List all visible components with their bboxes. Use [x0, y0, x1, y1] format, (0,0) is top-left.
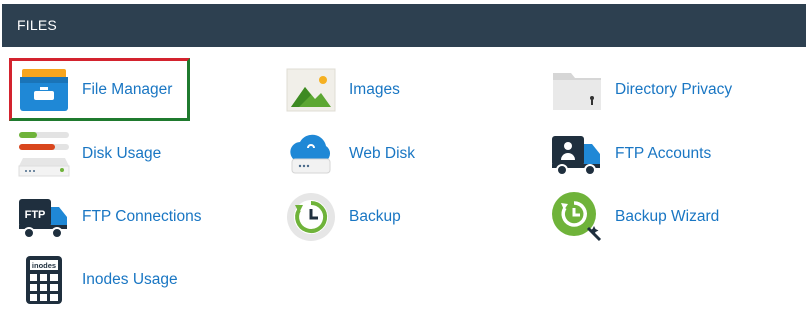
images-link[interactable]: Images	[283, 60, 400, 120]
panel-header: FILES	[2, 4, 806, 47]
files-panel: FILES File Manager Images Directory Priv…	[0, 0, 806, 327]
directory-privacy-label: Directory Privacy	[615, 81, 733, 98]
ftp-accounts-label: FTP Accounts	[615, 145, 712, 162]
directory-privacy-link[interactable]: Directory Privacy	[549, 60, 732, 120]
inodes-usage-label: Inodes Usage	[82, 271, 178, 288]
backup-wizard-link[interactable]: Backup Wizard	[549, 187, 719, 247]
ftp-accounts-link[interactable]: FTP Accounts	[549, 124, 711, 184]
ftp-accounts-icon	[549, 126, 605, 182]
backup-link[interactable]: Backup	[283, 187, 401, 247]
backup-label: Backup	[349, 208, 401, 225]
ftp-connections-label: FTP Connections	[82, 208, 202, 225]
inodes-usage-link[interactable]: inodes Inodes Usage	[16, 250, 178, 310]
backup-wizard-icon	[549, 189, 605, 245]
disk-usage-link[interactable]: Disk Usage	[16, 124, 161, 184]
images-label: Images	[349, 81, 400, 98]
images-icon	[283, 62, 339, 118]
ftp-connections-link[interactable]: FTP FTP Connections	[16, 187, 201, 247]
backup-icon	[283, 189, 339, 245]
disk-usage-label: Disk Usage	[82, 145, 162, 162]
ftp-connections-icon: FTP	[16, 189, 72, 245]
web-disk-label: Web Disk	[349, 145, 416, 162]
web-disk-icon	[283, 126, 339, 182]
inodes-usage-icon: inodes	[16, 252, 72, 308]
web-disk-link[interactable]: Web Disk	[283, 124, 415, 184]
file-manager-highlight-box	[9, 58, 190, 121]
backup-wizard-label: Backup Wizard	[615, 208, 720, 225]
inodes-icon-text: inodes	[32, 261, 56, 270]
directory-privacy-icon	[549, 62, 605, 118]
disk-usage-icon	[16, 126, 72, 182]
ftp-icon-text: FTP	[25, 209, 46, 221]
